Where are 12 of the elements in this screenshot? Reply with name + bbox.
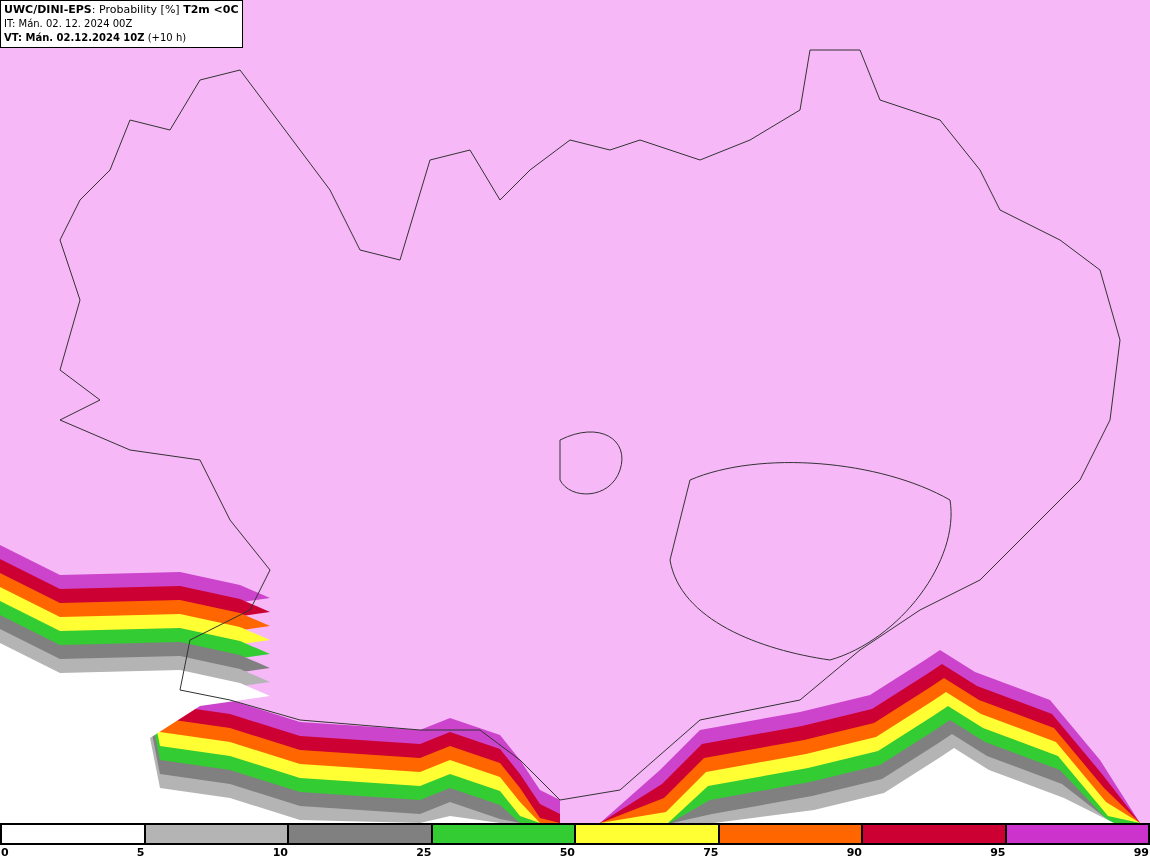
- legend-label: 5: [136, 845, 145, 861]
- legend-label: 95: [990, 845, 1006, 861]
- chart-title: UWC/DINI-EPS: Probability [%] T2m <0C: [4, 3, 239, 17]
- legend-label: 75: [703, 845, 719, 861]
- legend-label: 90: [846, 845, 862, 861]
- legend-label: 50: [559, 845, 575, 861]
- legend-label: 25: [416, 845, 432, 861]
- legend-label: 0: [1, 845, 9, 861]
- legend-label: 99: [1133, 845, 1149, 861]
- legend-label: 10: [272, 845, 288, 861]
- init-time: IT: Mán. 02. 12. 2024 00Z: [4, 17, 134, 31]
- valid-time: VT: Mán. 02.12.2024 10Z (+10 h): [4, 31, 188, 45]
